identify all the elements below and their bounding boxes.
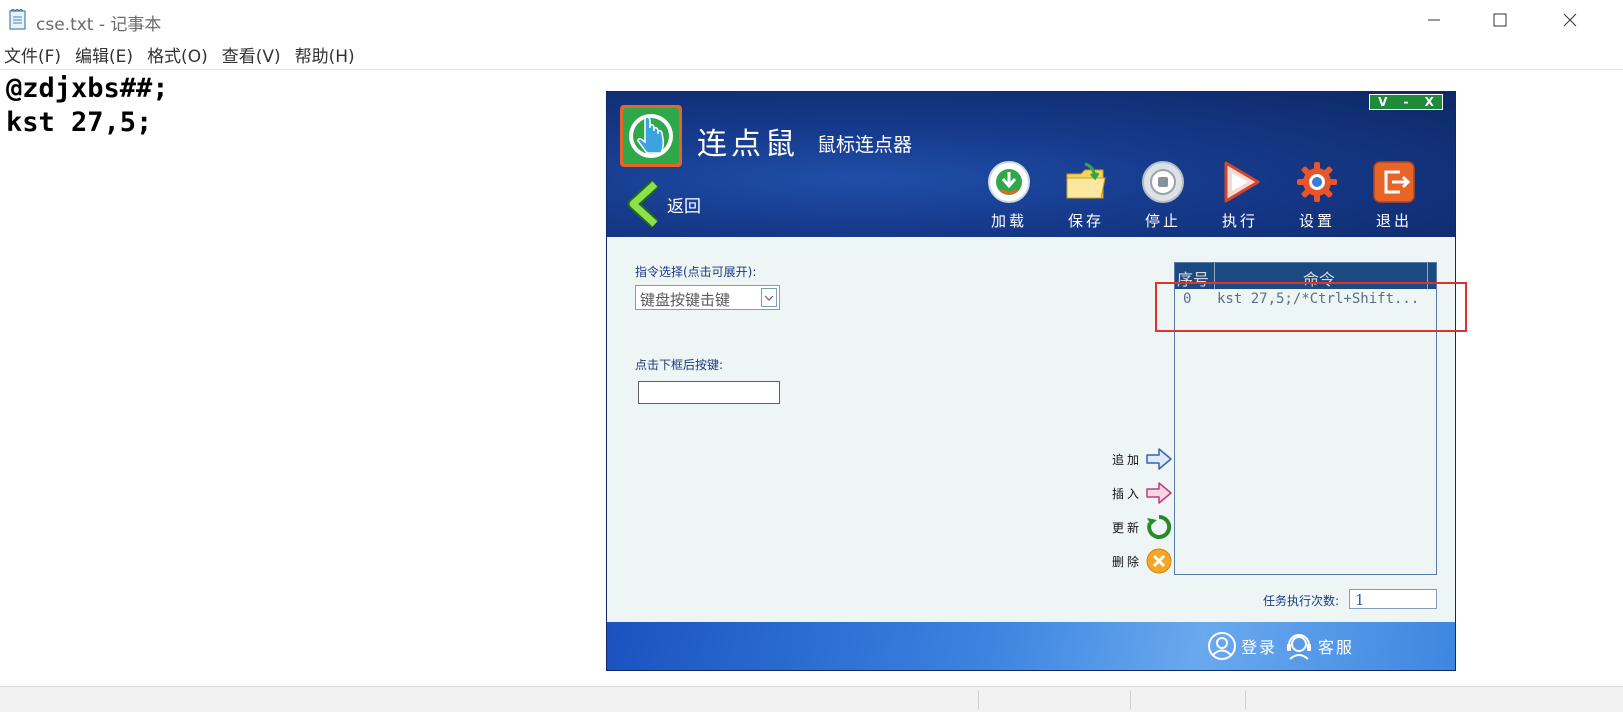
command-select[interactable]: 键盘按键击键 [635,285,780,310]
window-title: cse.txt - 记事本 [36,15,162,35]
maximize-button[interactable] [1470,0,1530,40]
clicker-minimize-button[interactable]: - [1404,95,1409,109]
run-count-label: 任务执行次数: [1263,594,1340,608]
key-input-label: 点击下框后按键: [635,358,724,372]
clicker-header: V - X 连点鼠 鼠标连点器 返回 加载 保存 停止 执行 设置 退出 [607,92,1455,237]
exit-icon [1373,161,1415,203]
app-subtitle: 鼠标连点器 [817,134,913,156]
toolbar-label: 加载 [990,212,1027,230]
toolbar-label: 退出 [1375,212,1412,230]
update-button[interactable]: 更新 [1112,513,1174,541]
back-label: 返回 [667,196,701,217]
refresh-icon [1147,514,1172,539]
menu-file[interactable]: 文件(F) [4,42,61,67]
close-button[interactable] [1540,0,1600,40]
maximize-icon [1493,13,1507,27]
status-divider [1245,691,1246,709]
delete-label: 删除 [1112,554,1143,569]
menu-help[interactable]: 帮助(H) [295,42,355,67]
clicker-dropdown-button[interactable]: V [1378,95,1387,109]
back-arrow-icon [627,180,659,228]
toolbar-label: 设置 [1298,212,1335,230]
editor-line-1: @zdjxbs##; [6,73,169,104]
load-button[interactable]: 加载 [979,160,1039,230]
stop-button[interactable]: 停止 [1133,160,1193,230]
append-label: 追加 [1112,452,1143,467]
chevron-down-icon[interactable] [761,288,777,307]
service-button[interactable]: 客服 [1284,630,1354,662]
command-select-value: 键盘按键击键 [640,291,731,309]
app-name: 连点鼠 [697,127,799,162]
run-count-input[interactable]: 1 [1349,589,1437,609]
menu-view[interactable]: 查看(V) [222,42,281,67]
back-button[interactable]: 返回 [625,180,735,228]
login-button[interactable]: 登录 [1207,630,1277,662]
run-button[interactable]: 执行 [1210,160,1270,230]
status-bar [0,686,1623,712]
run-count-value: 1 [1355,591,1365,609]
load-icon [988,161,1030,203]
save-folder-icon [1066,162,1106,199]
status-divider [978,691,979,709]
arrow-right-blue-icon [1146,448,1172,470]
delete-icon [1146,548,1172,574]
clicker-footer: 登录 客服 [607,622,1455,670]
clicker-close-button[interactable]: X [1425,95,1434,109]
notepad-app-icon [8,8,28,30]
clicker-window-controls: V - X [1369,94,1443,110]
exit-button[interactable]: 退出 [1364,160,1424,230]
close-icon [1563,13,1577,27]
play-icon [1224,161,1260,203]
gear-icon [1297,162,1337,202]
append-button[interactable]: 追加 [1112,445,1174,473]
clicker-window: V - X 连点鼠 鼠标连点器 返回 加载 保存 停止 执行 设置 退出 指令选… [606,91,1456,671]
service-label: 客服 [1318,638,1355,657]
editor-line-2: kst 27,5; [6,107,153,138]
menu-edit[interactable]: 编辑(E) [75,42,133,67]
key-capture-input[interactable] [638,381,780,404]
menu-bar: 文件(F) 编辑(E) 格式(O) 查看(V) 帮助(H) [0,40,1623,70]
save-button[interactable]: 保存 [1056,160,1116,230]
delete-button[interactable]: 删除 [1112,547,1174,575]
stop-icon [1142,161,1184,203]
arrow-right-pink-icon [1146,482,1172,504]
toolbar-label: 执行 [1221,212,1258,230]
minimize-icon [1428,19,1440,21]
headset-icon [1287,634,1311,660]
toolbar-label: 停止 [1144,212,1181,230]
app-logo-icon [619,104,683,168]
highlight-box [1155,282,1467,332]
update-label: 更新 [1112,520,1143,535]
command-select-label: 指令选择(点击可展开): [635,265,757,279]
user-icon [1208,632,1236,660]
login-label: 登录 [1241,638,1278,657]
insert-button[interactable]: 插入 [1112,479,1174,507]
insert-label: 插入 [1112,486,1143,501]
settings-button[interactable]: 设置 [1287,160,1347,230]
toolbar-label: 保存 [1067,212,1104,230]
minimize-button[interactable] [1404,0,1464,40]
title-bar: cse.txt - 记事本 [0,0,1623,40]
menu-format[interactable]: 格式(O) [147,42,208,67]
status-divider [1130,691,1131,709]
